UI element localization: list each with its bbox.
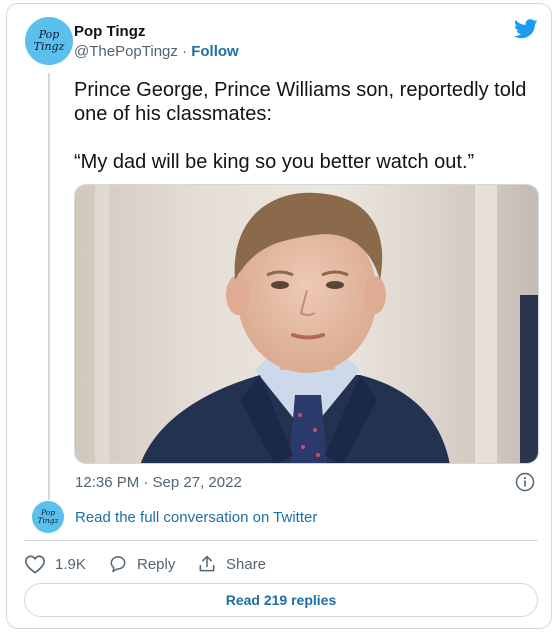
tweet-quote: “My dad will be king so you better watch…	[74, 151, 475, 173]
handle-separator: ·	[182, 43, 188, 60]
reply-label: Reply	[137, 555, 176, 573]
like-count: 1.9K	[55, 555, 86, 573]
reply-button[interactable]: Reply	[108, 552, 175, 576]
share-label: Share	[226, 555, 267, 573]
share-button[interactable]: Share	[197, 552, 266, 576]
pop-tingz-logo-small-icon: Pop Tingz	[32, 501, 64, 533]
share-icon	[199, 555, 215, 572]
like-button[interactable]: 1.9K	[24, 552, 86, 576]
author-handle[interactable]: @ThePopTingz	[74, 43, 178, 60]
reply-bubble-icon	[110, 556, 126, 573]
twitter-bird-icon[interactable]	[514, 18, 538, 40]
svg-text:Tingz: Tingz	[34, 40, 65, 53]
heart-icon	[25, 555, 45, 574]
author-avatar[interactable]: Pop Tingz	[25, 17, 73, 65]
svg-text:Tingz: Tingz	[38, 516, 59, 525]
author-handle-row: @ThePopTingz · Follow	[74, 43, 239, 61]
tweet-timestamp[interactable]: 12:36 PM · Sep 27, 2022	[75, 474, 242, 492]
follow-button[interactable]: Follow	[191, 43, 239, 60]
conversation-avatar[interactable]: Pop Tingz	[32, 501, 64, 533]
tweet-text-line: Prince George, Prince Williams son, repo…	[74, 79, 527, 125]
info-icon[interactable]	[515, 472, 535, 492]
tweet-text: Prince George, Prince Williams son, repo…	[74, 78, 536, 174]
tweet-embed-card: Pop Tingz Pop Tingz @ThePopTingz · Follo…	[6, 3, 552, 629]
tweet-photo[interactable]	[74, 184, 539, 464]
thread-connector-line	[48, 73, 50, 500]
photo-of-boy-in-suit-icon	[75, 185, 538, 463]
author-name[interactable]: Pop Tingz	[74, 23, 145, 41]
read-replies-button[interactable]: Read 219 replies	[24, 583, 538, 617]
divider	[24, 540, 538, 541]
pop-tingz-logo-icon: Pop Tingz	[25, 17, 73, 65]
read-conversation-link[interactable]: Read the full conversation on Twitter	[75, 509, 317, 527]
